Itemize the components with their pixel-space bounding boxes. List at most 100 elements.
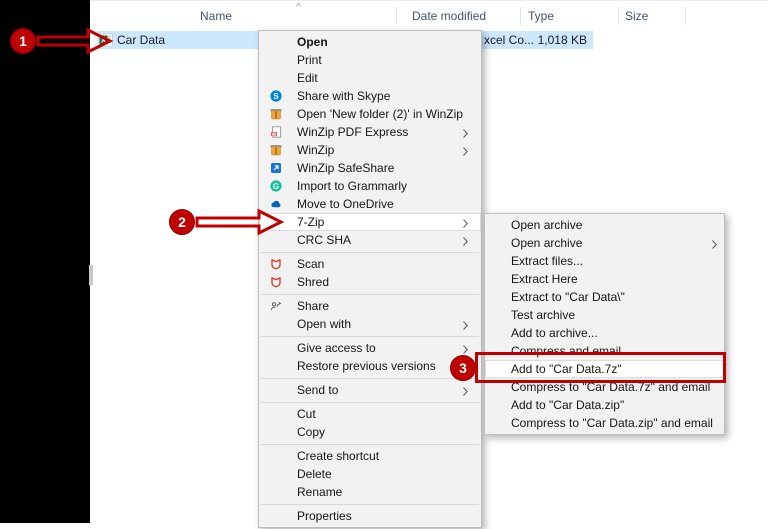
menu-item-move-to-onedrive[interactable]: Move to OneDrive [259,195,481,213]
menu-separator [261,401,479,403]
menu-item-scan[interactable]: Scan [259,255,481,273]
7zip-submenu: Open archive Open archive Extract files...… [484,213,725,435]
step3-highlight-box [475,352,726,383]
shield-icon [270,258,282,270]
menu-item-restore-previous-versions[interactable]: Restore previous versions [259,357,481,375]
menu-item-label: Open with [297,317,352,331]
chevron-right-icon [463,319,468,333]
menu-separator [261,335,479,337]
sort-ascending-icon: ^ [296,2,301,13]
menu-item-label: Give access to [297,341,376,355]
menu-item-label: Move to OneDrive [297,197,394,211]
winzip-pdf-icon [270,126,282,138]
column-header-size[interactable]: Size [625,9,648,23]
menu-item-cut[interactable]: Cut [259,405,481,423]
column-header-type[interactable]: Type [528,9,554,23]
menu-item-open-archive[interactable]: Open archive [485,216,724,234]
menu-item-test-archive[interactable]: Test archive [485,306,724,324]
chevron-right-icon [463,127,468,141]
column-header-date-modified[interactable]: Date modified [412,9,486,23]
column-divider[interactable] [396,7,397,25]
menu-item-send-to[interactable]: Send to [259,381,481,399]
file-name: Car Data [117,33,166,47]
scrollbar-thumb[interactable] [89,265,93,285]
menu-item-label: CRC SHA [297,233,352,247]
menu-separator [261,377,479,379]
menu-item-add-to-archive[interactable]: Add to archive... [485,324,724,342]
redacted-left-panel [0,0,90,523]
menu-item-winzip[interactable]: WinZip [259,141,481,159]
menu-separator [261,251,479,253]
menu-item-open-archive-with[interactable]: Open archive [485,234,724,252]
skype-icon: S [270,90,282,102]
chevron-right-icon [463,217,468,231]
step1-badge: 1 [10,28,36,54]
menu-item-label: Import to Grammarly [297,179,408,193]
menu-item-extract-files[interactable]: Extract files... [485,252,724,270]
menu-item-label: WinZip SafeShare [297,161,395,175]
menu-item-winzip-safeshare[interactable]: WinZip SafeShare [259,159,481,177]
menu-item-label: Cut [297,407,316,421]
step2-badge: 2 [169,209,195,235]
menu-item-share-with-skype[interactable]: S Share with Skype [259,87,481,105]
chevron-right-icon [463,235,468,249]
menu-item-edit[interactable]: Edit [259,69,481,87]
share-icon [270,300,282,312]
shield-icon [270,276,282,288]
menu-item-label: Share [297,299,330,313]
menu-item-import-to-grammarly[interactable]: G Import to Grammarly [259,177,481,195]
step3-badge: 3 [450,355,476,381]
menu-item-label: WinZip PDF Express [297,125,409,139]
file-type-fragment: xcel Co... [484,33,535,47]
menu-item-label: Properties [297,509,352,523]
menu-item-shred[interactable]: Shred [259,273,481,291]
menu-item-label: Create shortcut [297,449,380,463]
menu-item-label: Print [297,53,322,67]
menu-item-label: WinZip [297,143,335,157]
column-divider[interactable] [618,7,619,25]
menu-item-extract-to-folder[interactable]: Extract to "Car Data\" [485,288,724,306]
menu-item-label: Rename [297,485,343,499]
menu-item-delete[interactable]: Delete [259,465,481,483]
screenshot-stage: Name ^ Date modified Type Size X Car Dat… [0,0,768,529]
menu-item-copy[interactable]: Copy [259,423,481,441]
file-size: 1,018 KB [537,33,587,47]
column-divider[interactable] [685,7,686,25]
chevron-right-icon [712,238,717,252]
menu-item-label: Edit [297,71,318,85]
menu-separator [261,293,479,295]
step2-arrow-icon [195,208,285,236]
menu-item-crc-sha[interactable]: CRC SHA [259,231,481,249]
menu-item-open[interactable]: Open [259,33,481,51]
menu-item-compress-to-zip-and-email[interactable]: Compress to "Car Data.zip" and email [485,414,724,432]
menu-item-add-to-zip[interactable]: Add to "Car Data.zip" [485,396,724,414]
chevron-right-icon [463,145,468,159]
menu-item-give-access-to[interactable]: Give access to [259,339,481,357]
svg-text:S: S [273,92,279,101]
menu-item-create-shortcut[interactable]: Create shortcut [259,447,481,465]
menu-item-label: Open [297,35,328,49]
menu-item-label: Shred [297,275,330,289]
menu-item-label: Extract Here [511,272,578,286]
menu-item-print[interactable]: Print [259,51,481,69]
winzip-icon [270,144,282,156]
menu-item-extract-here[interactable]: Extract Here [485,270,724,288]
menu-item-label: Add to "Car Data.zip" [511,398,625,412]
menu-separator [261,503,479,505]
svg-text:G: G [273,182,279,191]
menu-item-label: Extract to "Car Data\" [511,290,625,304]
menu-item-label: Scan [297,257,325,271]
menu-item-winzip-pdf-express[interactable]: WinZip PDF Express [259,123,481,141]
chevron-right-icon [463,385,468,399]
menu-item-7-zip[interactable]: 7-Zip [259,213,481,231]
column-divider[interactable] [520,7,521,25]
menu-item-open-new-folder-in-winzip[interactable]: Open 'New folder (2)' in WinZip [259,105,481,123]
menu-item-rename[interactable]: Rename [259,483,481,501]
safeshare-icon [270,162,282,174]
explorer-column-header: Name ^ Date modified Type Size [90,0,768,28]
menu-item-properties[interactable]: Properties [259,507,481,525]
menu-item-open-with[interactable]: Open with [259,315,481,333]
column-header-name[interactable]: Name [200,9,232,23]
menu-item-share[interactable]: Share [259,297,481,315]
step1-arrow-icon [36,27,114,55]
